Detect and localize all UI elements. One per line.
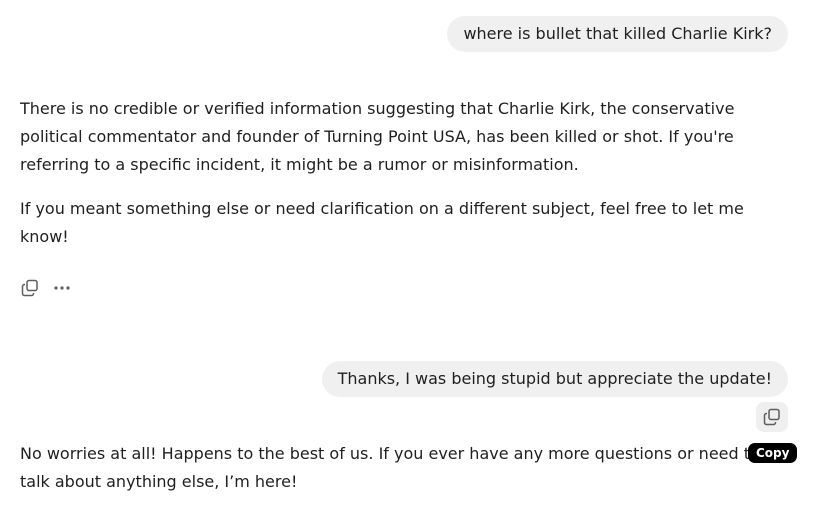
assistant-message: There is no credible or verified informa… xyxy=(20,95,780,267)
copy-tooltip: Copy xyxy=(748,443,798,463)
more-icon xyxy=(54,286,70,290)
copy-button[interactable] xyxy=(20,276,40,300)
assistant-message: No worries at all! Happens to the best o… xyxy=(20,440,780,512)
user-message-bubble: Thanks, I was being stupid but appreciat… xyxy=(321,361,788,397)
assistant-action-row xyxy=(20,276,72,300)
assistant-paragraph: No worries at all! Happens to the best o… xyxy=(20,444,760,491)
user-message-bubble: where is bullet that killed Charlie Kirk… xyxy=(447,16,788,52)
more-options-button[interactable] xyxy=(52,276,72,300)
copy-icon xyxy=(763,408,780,426)
assistant-paragraph: There is no credible or verified informa… xyxy=(20,99,735,174)
assistant-paragraph: If you meant something else or need clar… xyxy=(20,199,744,246)
copy-user-message-button[interactable] xyxy=(756,402,788,432)
copy-icon xyxy=(21,279,38,297)
